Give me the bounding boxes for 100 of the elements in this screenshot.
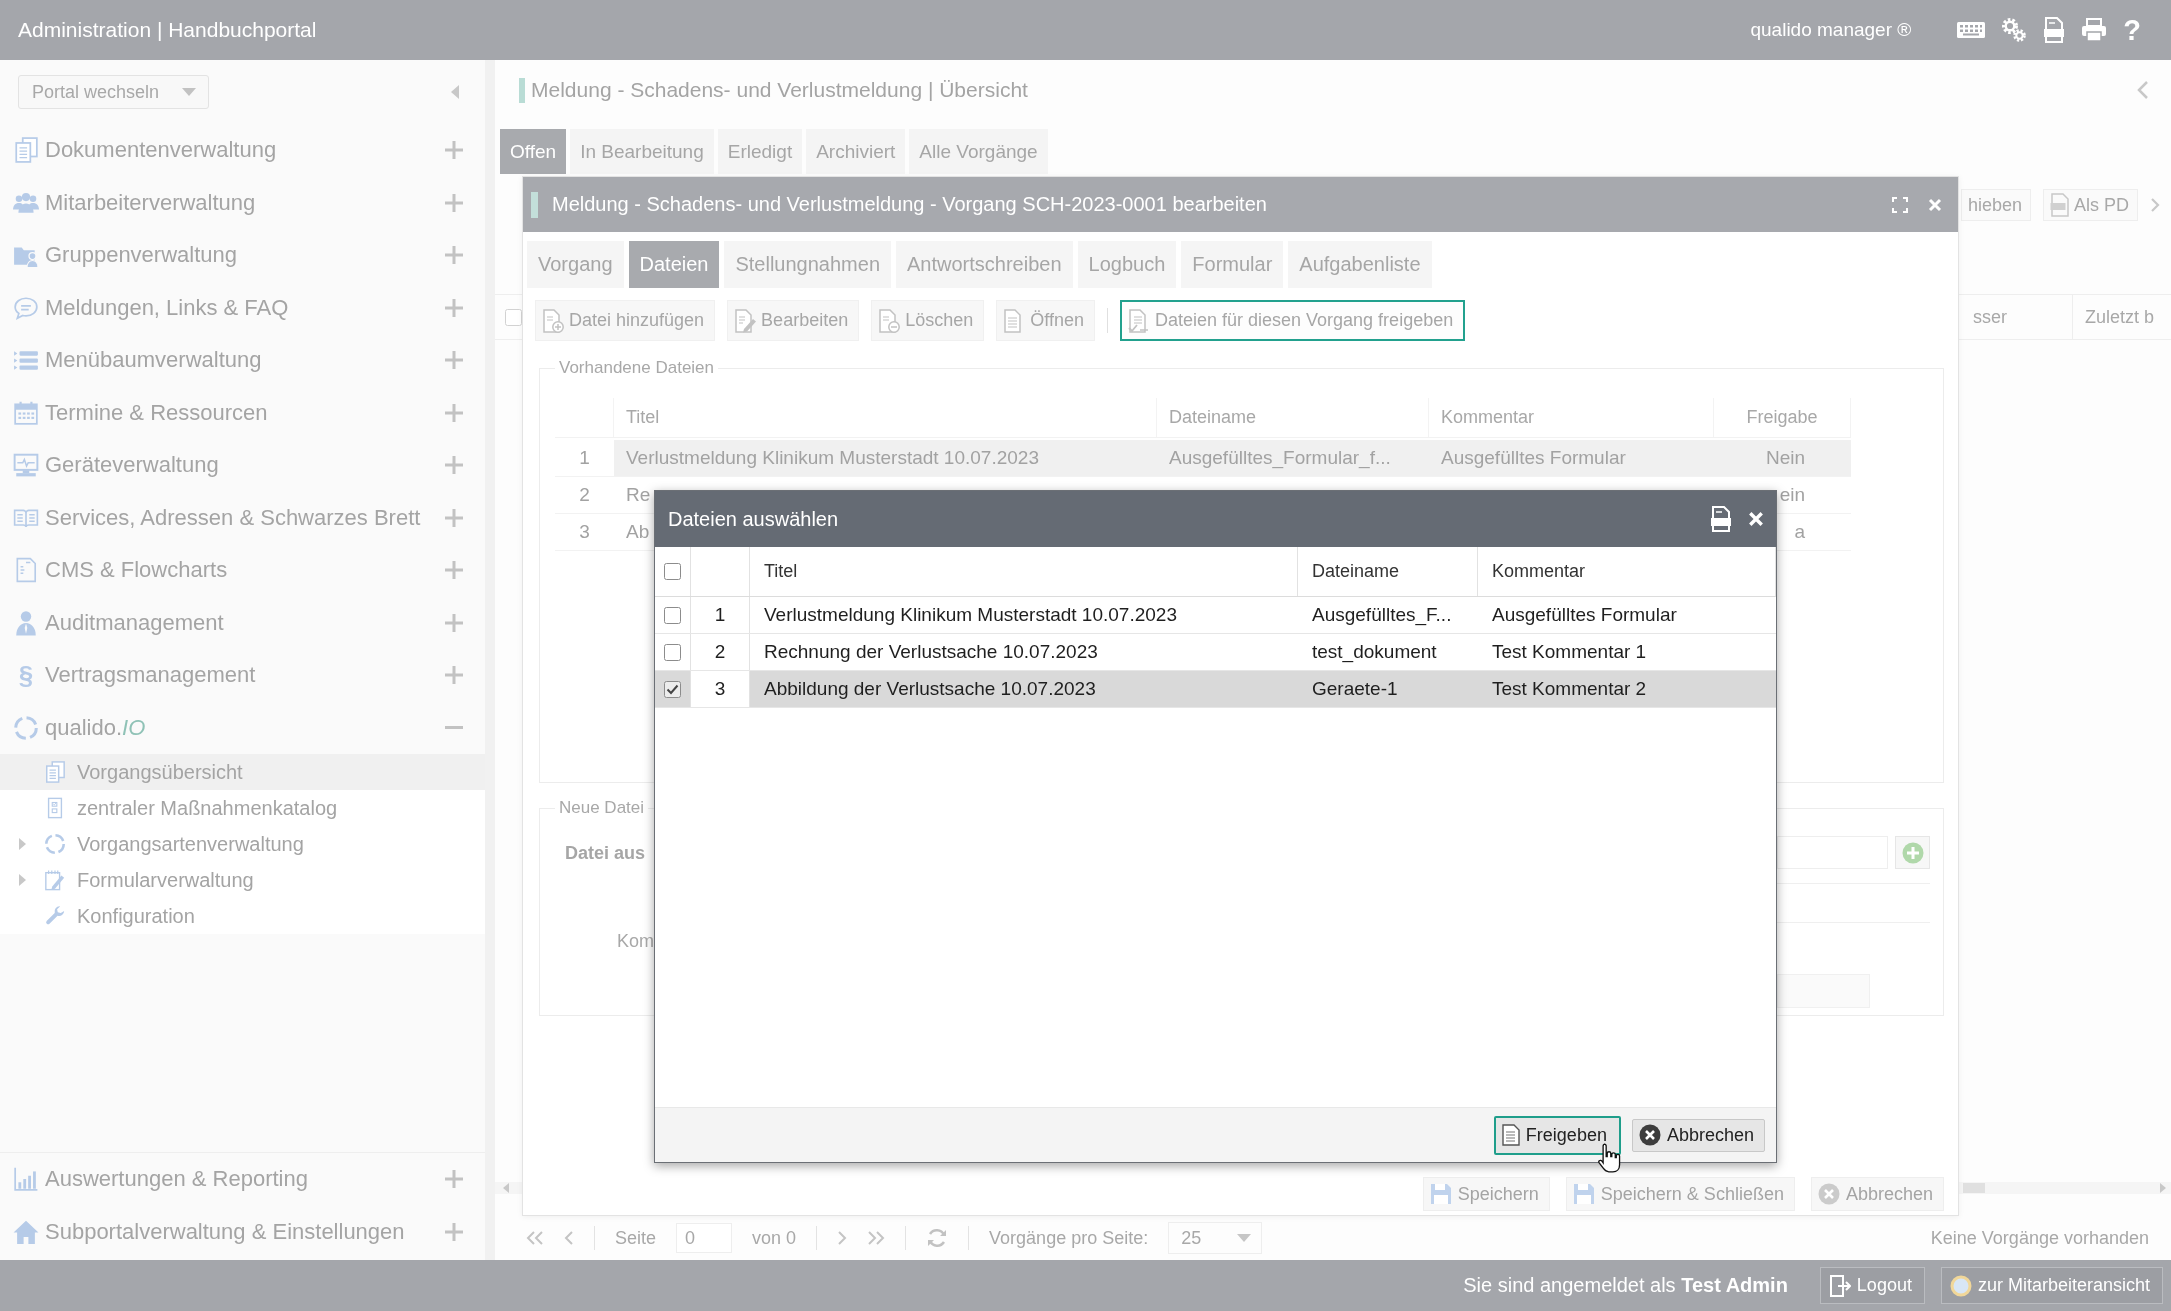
scroll-right-icon[interactable] [2160, 1183, 2166, 1193]
checkbox[interactable] [505, 308, 522, 326]
tab[interactable]: Vorgang [527, 241, 624, 288]
plus-icon[interactable] [445, 246, 463, 265]
column-header[interactable]: Dateiname [1312, 561, 1400, 582]
plus-icon[interactable] [445, 666, 463, 685]
sidebar-item[interactable]: Services, Adressen & Schwarzes Brett [13, 504, 421, 531]
chevron-right-icon[interactable] [2150, 197, 2161, 213]
next-page-icon[interactable] [837, 1231, 848, 1245]
table-row[interactable]: 3 Abbildung der Verlustsache 10.07.2023 Geraete-1 Test Kommentar 2 [655, 671, 1776, 708]
cancel-button[interactable]: Abbrechen [1631, 1118, 1765, 1152]
refresh-icon[interactable] [926, 1227, 949, 1249]
sidebar-item[interactable]: Menübaumverwaltung [13, 347, 262, 374]
sidebar-item[interactable]: Auditmanagement [13, 609, 224, 636]
gears-icon[interactable] [2001, 17, 2028, 43]
logout-button[interactable]: Logout [1819, 1267, 1925, 1304]
sidebar-item[interactable]: Mitarbeiterverwaltung [13, 189, 256, 216]
file-input-field[interactable] [1777, 836, 1888, 869]
plus-icon[interactable] [445, 141, 463, 160]
expand-triangle-icon[interactable] [19, 874, 26, 886]
release-files-button[interactable]: Dateien für diesen Vorgang freigeben [1119, 300, 1466, 341]
column-header[interactable]: sser [1961, 295, 2073, 339]
tab[interactable]: Offen [500, 129, 567, 174]
column-header[interactable]: Titel [626, 407, 660, 428]
delete-button[interactable]: Löschen [871, 300, 985, 341]
sidebar-item[interactable]: Termine & Ressourcen [13, 399, 268, 426]
close-icon[interactable] [1928, 197, 1942, 212]
sidebar-item[interactable]: CMS & Flowcharts [13, 557, 228, 584]
sidebar-item[interactable]: zentraler Maßnahmenkatalog [0, 790, 485, 826]
sidebar-item[interactable]: qualido.IO [13, 714, 146, 741]
file-icon[interactable] [1710, 506, 1732, 532]
plus-icon[interactable] [445, 298, 463, 317]
column-header[interactable]: Zuletzt b [2073, 295, 2155, 339]
portal-select[interactable]: Portal wechseln [18, 75, 209, 109]
plus-icon[interactable] [445, 561, 463, 580]
plus-icon[interactable] [445, 1222, 463, 1241]
toolbar-button[interactable]: hieben [1961, 189, 2032, 221]
column-header[interactable]: Kommentar [1441, 407, 1535, 428]
open-button[interactable]: Öffnen [996, 300, 1095, 341]
cancel-button[interactable]: Abbrechen [1810, 1177, 1944, 1211]
scroll-left-icon[interactable] [503, 1183, 509, 1193]
close-icon[interactable] [1748, 511, 1764, 527]
keyboard-icon[interactable] [1957, 21, 1986, 39]
sidebar-item[interactable]: Dokumentenverwaltung [13, 137, 277, 164]
checkbox[interactable] [664, 643, 681, 661]
add-file-button[interactable]: Datei hinzufügen [535, 300, 716, 341]
tab[interactable]: Alle Vorgänge [909, 129, 1048, 174]
save-button[interactable]: Speichern [1422, 1177, 1550, 1211]
maximize-icon[interactable] [1892, 196, 1908, 213]
sidebar-item[interactable]: Gruppenverwaltung [13, 242, 237, 269]
plus-icon[interactable] [445, 613, 463, 632]
first-page-icon[interactable] [526, 1231, 544, 1245]
sidebar-item[interactable]: § Vertragsmanagement [13, 662, 256, 689]
save-close-button[interactable]: Speichern & Schließen [1565, 1177, 1795, 1211]
checkbox[interactable] [664, 563, 681, 580]
column-header[interactable]: Freigabe [1746, 407, 1818, 428]
sidebar-item[interactable]: Auswertungen & Reporting [13, 1166, 308, 1193]
tab[interactable]: Stellungnahmen [724, 241, 891, 288]
table-row[interactable]: 1 Verlustmeldung Klinikum Musterstadt 10.07.2023 Ausgefülltes_Formular_f... Ausgefülltes Formular Nein [555, 440, 1851, 477]
tab[interactable]: Aufgabenliste [1288, 241, 1432, 288]
scrollbar-thumb[interactable] [1963, 1183, 1985, 1193]
sidebar-item[interactable]: Geräteverwaltung [13, 452, 219, 479]
toolbar-button[interactable]: Als PD [2043, 189, 2139, 221]
chevron-left-icon[interactable] [2137, 80, 2149, 100]
plus-icon[interactable] [445, 403, 463, 422]
sidebar-item[interactable]: Formularverwaltung [0, 862, 485, 898]
last-page-icon[interactable] [867, 1231, 886, 1245]
sidebar-item[interactable]: Vorgangsartenverwaltung [0, 826, 485, 862]
tab[interactable]: Archiviert [806, 129, 906, 174]
collapse-triangle-icon[interactable] [451, 85, 459, 99]
checkbox[interactable] [664, 680, 681, 698]
edit-button[interactable]: Bearbeiten [727, 300, 860, 341]
plus-icon[interactable] [445, 193, 463, 212]
plus-icon[interactable] [445, 456, 463, 475]
tab[interactable]: Erledigt [717, 129, 803, 174]
tab[interactable]: In Bearbeitung [570, 129, 714, 174]
page-size-select[interactable]: 25 [1168, 1222, 1263, 1254]
table-row[interactable]: 1 Verlustmeldung Klinikum Musterstadt 10.07.2023 Ausgefülltes_F... Ausgefülltes Formular [655, 597, 1776, 634]
file-icon[interactable] [2043, 17, 2066, 43]
column-header[interactable]: Titel [764, 561, 798, 582]
column-header[interactable]: Kommentar [1492, 561, 1586, 582]
plus-icon[interactable] [445, 1170, 463, 1189]
checkbox[interactable] [664, 606, 681, 624]
comment-input-field[interactable] [1777, 974, 1870, 1008]
sidebar-item[interactable]: Subportalverwaltung & Einstellungen [13, 1218, 405, 1245]
tab[interactable]: Antwortschreiben [896, 241, 1073, 288]
help-button[interactable]: ? [2123, 15, 2141, 45]
sidebar-item[interactable]: Vorgangsübersicht [0, 754, 485, 790]
release-button[interactable]: Freigeben [1493, 1115, 1621, 1155]
previous-page-icon[interactable] [564, 1231, 574, 1245]
employee-view-button[interactable]: zur Mitarbeiteransicht [1940, 1267, 2163, 1304]
tab[interactable]: Logbuch [1077, 241, 1177, 288]
sidebar-item[interactable]: Meldungen, Links & FAQ [13, 294, 289, 321]
tab[interactable]: Formular [1181, 241, 1284, 288]
sidebar-item[interactable]: Konfiguration [0, 898, 485, 934]
page-field[interactable]: 0 [676, 1223, 733, 1253]
plus-icon[interactable] [445, 351, 463, 370]
expand-triangle-icon[interactable] [19, 838, 26, 850]
column-header[interactable]: Dateiname [1169, 407, 1257, 428]
printer-icon[interactable] [2081, 18, 2108, 42]
